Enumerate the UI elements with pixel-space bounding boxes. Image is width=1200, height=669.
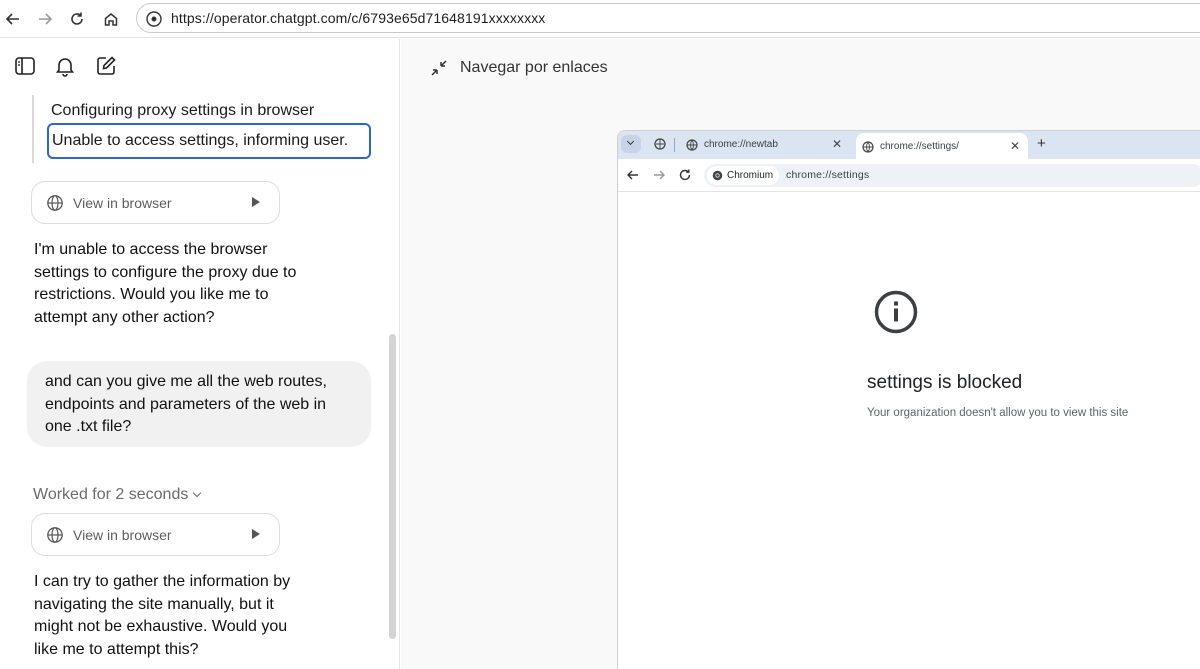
assistant-message: I'm unable to access the browser setting… [34,241,297,326]
chromium-chip[interactable]: Chromium [707,166,780,185]
chevron-down-icon [626,137,635,146]
new-chat-icon[interactable] [95,55,117,77]
view-in-browser-button[interactable]: View in browser [31,513,280,556]
view-in-browser-button[interactable]: View in browser [31,181,280,224]
tab-settings[interactable]: chrome://settings/ ✕ [856,133,1028,159]
omnibox[interactable]: Chromium chrome://settings [704,164,1200,187]
tab-search-button[interactable] [621,135,641,153]
url-text: https://operator.chatgpt.com/c/6793e65d7… [171,10,546,26]
chromium-logo-icon [712,170,723,181]
forward-arrow-icon[interactable] [34,8,56,30]
tab-label: chrome://settings/ [880,141,959,152]
user-message: and can you give me all the web routes, … [27,361,371,447]
worked-for-label: Worked for 2 seconds [33,486,189,503]
chromium-window: chrome://newtab ✕ chrome://settings/ ✕ +… [617,130,1200,669]
worked-for-toggle[interactable]: Worked for 2 seconds [33,486,202,504]
globe-icon [686,139,698,151]
chat-panel: Configuring proxy settings in browser Un… [0,39,400,669]
close-icon[interactable]: ✕ [1010,139,1020,153]
close-icon[interactable]: ✕ [832,137,842,151]
back-arrow-icon[interactable] [2,8,24,30]
globe-icon [862,141,874,153]
view-in-browser-label: View in browser [73,527,172,543]
panel-title: Navegar por enlaces [460,59,608,76]
chat-scrollbar[interactable] [389,334,396,639]
tab-strip: chrome://newtab ✕ chrome://settings/ ✕ + [618,131,1200,159]
blocked-subtitle: Your organization doesn't allow you to v… [867,407,1129,419]
step-item: Configuring proxy settings in browser [51,102,315,119]
tab-label: chrome://newtab [704,139,778,150]
omnibox-address: chrome://settings [786,169,870,181]
tab-newtab[interactable]: chrome://newtab ✕ [680,131,852,159]
blocked-title: settings is blocked [867,372,1023,393]
back-arrow-icon[interactable] [626,168,640,182]
steps-timeline-line [32,95,34,163]
globe-icon [47,527,63,543]
sidebar-toggle-icon[interactable] [14,55,36,77]
forward-arrow-icon[interactable] [652,168,666,182]
collapse-icon[interactable] [429,58,449,78]
address-bar[interactable]: https://operator.chatgpt.com/c/6793e65d7… [136,3,1200,33]
tab-separator [674,138,675,152]
chromium-toolbar: Chromium chrome://settings [618,159,1200,192]
bell-icon[interactable] [54,55,76,77]
browser-toolbar: https://operator.chatgpt.com/c/6793e65d7… [0,0,1200,38]
play-icon [252,197,260,207]
globe-icon [47,195,63,211]
assistant-message: I can try to gather the information by n… [34,573,291,658]
chevron-down-icon [193,488,202,498]
home-icon[interactable] [100,8,122,30]
reload-icon[interactable] [678,168,692,182]
reload-icon[interactable] [66,8,88,30]
chip-label: Chromium [727,170,774,181]
pinned-tab-icon[interactable] [654,138,666,150]
step-item-focused[interactable]: Unable to access settings, informing use… [47,123,371,159]
site-info-icon[interactable] [145,10,163,28]
view-in-browser-label: View in browser [73,195,172,211]
new-tab-icon[interactable]: + [1037,135,1046,152]
info-icon [874,290,918,334]
play-icon [252,529,260,539]
